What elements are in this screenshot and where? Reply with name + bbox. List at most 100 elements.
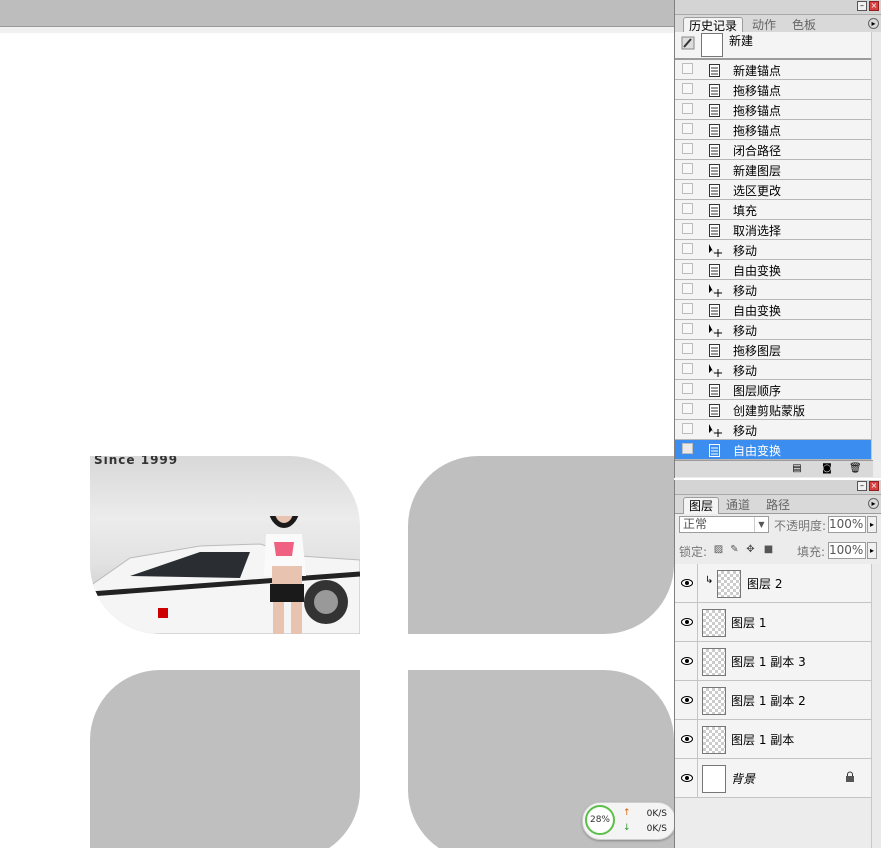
history-state-row[interactable]: 拖移锚点 bbox=[675, 120, 873, 140]
visibility-eye-icon[interactable] bbox=[677, 681, 698, 719]
close-icon[interactable]: × bbox=[869, 1, 879, 11]
history-state-row[interactable]: 闭合路径 bbox=[675, 140, 873, 160]
opacity-slider-arrow-icon[interactable]: ▸ bbox=[867, 516, 877, 533]
history-state-row[interactable]: 图层顺序 bbox=[675, 380, 873, 400]
history-brush-icon[interactable] bbox=[681, 36, 695, 50]
snapshot-source-checkbox[interactable] bbox=[682, 283, 693, 294]
lock-transparency-icon[interactable]: ▨ bbox=[713, 544, 724, 555]
network-speed-widget[interactable]: 28% ↑ ↓ 0K/S 0K/S bbox=[582, 802, 674, 840]
visibility-eye-icon[interactable] bbox=[677, 720, 698, 758]
trash-icon[interactable]: 🗑 bbox=[849, 463, 862, 474]
panel-menu-icon[interactable]: ▸ bbox=[868, 18, 879, 29]
blend-mode-select[interactable]: 正常 ▼ bbox=[679, 516, 769, 533]
opacity-input[interactable]: 100% bbox=[828, 516, 866, 533]
layer-name: 图层 1 副本 bbox=[731, 733, 795, 747]
new-snapshot-icon[interactable]: ◙ bbox=[821, 463, 833, 474]
lock-position-icon[interactable]: ✥ bbox=[745, 544, 756, 555]
snapshot-source-checkbox[interactable] bbox=[682, 183, 693, 194]
history-state-row[interactable]: 新建锚点 bbox=[675, 60, 873, 80]
history-state-row[interactable]: 自由变换 bbox=[675, 440, 873, 460]
snapshot-source-checkbox[interactable] bbox=[682, 443, 693, 454]
snapshot-source-checkbox[interactable] bbox=[682, 143, 693, 154]
snapshot-source-checkbox[interactable] bbox=[682, 323, 693, 334]
history-state-row[interactable]: 拖移锚点 bbox=[675, 100, 873, 120]
history-state-row[interactable]: 移动 bbox=[675, 320, 873, 340]
tab-swatches[interactable]: 色板 bbox=[787, 17, 821, 33]
minimize-icon[interactable]: – bbox=[857, 481, 867, 491]
visibility-eye-icon[interactable] bbox=[677, 759, 698, 797]
history-state-row[interactable]: 移动 bbox=[675, 360, 873, 380]
lock-all-icon[interactable]: ■ bbox=[763, 544, 774, 555]
history-panel-titlebar[interactable]: – × bbox=[675, 0, 881, 15]
history-scrollbar[interactable] bbox=[871, 32, 881, 460]
history-state-row[interactable]: 选区更改 bbox=[675, 180, 873, 200]
new-document-from-state-icon[interactable]: ▤ bbox=[791, 463, 803, 474]
history-state-row[interactable]: 移动 bbox=[675, 420, 873, 440]
document-canvas[interactable]: Since 1999 28% ↑ ↓ 0K/S 0K/S bbox=[0, 0, 674, 848]
lock-paint-icon[interactable]: ✎ bbox=[729, 544, 740, 555]
layers-panel-titlebar[interactable]: – × bbox=[675, 480, 881, 495]
snapshot-source-checkbox[interactable] bbox=[682, 403, 693, 414]
layer-row[interactable]: 背景 bbox=[675, 759, 873, 798]
layer-row[interactable]: 图层 1 副本 bbox=[675, 720, 873, 759]
history-state-label: 创建剪贴蒙版 bbox=[733, 404, 806, 418]
close-icon[interactable]: × bbox=[869, 481, 879, 491]
snapshot-source-checkbox[interactable] bbox=[682, 163, 693, 174]
snapshot-source-checkbox[interactable] bbox=[682, 423, 693, 434]
snapshot-source-checkbox[interactable] bbox=[682, 63, 693, 74]
history-state-icon bbox=[708, 143, 722, 157]
fill-input[interactable]: 100% bbox=[828, 542, 866, 559]
layer-row[interactable]: 图层 1 bbox=[675, 603, 873, 642]
layer-name: 图层 1 副本 2 bbox=[731, 694, 806, 708]
visibility-eye-icon[interactable] bbox=[677, 603, 698, 641]
history-footer: ▤ ◙ 🗑 bbox=[675, 460, 873, 477]
history-state-row[interactable]: 自由变换 bbox=[675, 260, 873, 280]
visibility-eye-icon[interactable] bbox=[677, 642, 698, 680]
history-state-label: 闭合路径 bbox=[733, 144, 782, 158]
snapshot-source-checkbox[interactable] bbox=[682, 263, 693, 274]
tab-layers[interactable]: 图层 bbox=[683, 497, 720, 514]
visibility-eye-icon[interactable] bbox=[677, 564, 698, 602]
snapshot-source-checkbox[interactable] bbox=[682, 343, 693, 354]
history-state-row[interactable]: 移动 bbox=[675, 240, 873, 260]
snapshot-source-checkbox[interactable] bbox=[682, 363, 693, 374]
snapshot-source-checkbox[interactable] bbox=[682, 383, 693, 394]
tab-actions[interactable]: 动作 bbox=[747, 17, 781, 33]
snapshot-source-checkbox[interactable] bbox=[682, 83, 693, 94]
tab-channels[interactable]: 通道 bbox=[721, 497, 755, 513]
fill-slider-arrow-icon[interactable]: ▸ bbox=[867, 542, 877, 559]
history-state-row[interactable]: 填充 bbox=[675, 200, 873, 220]
minimize-icon[interactable]: – bbox=[857, 1, 867, 11]
move-tool-icon bbox=[708, 283, 722, 297]
history-state-row[interactable]: 取消选择 bbox=[675, 220, 873, 240]
history-state-label: 移动 bbox=[733, 424, 758, 438]
layers-scrollbar[interactable] bbox=[871, 564, 881, 848]
layer-row[interactable]: 图层 1 副本 3 bbox=[675, 642, 873, 681]
panel-menu-icon[interactable]: ▸ bbox=[868, 498, 879, 509]
history-state-row[interactable]: 拖移锚点 bbox=[675, 80, 873, 100]
history-snapshot[interactable]: 新建 bbox=[675, 32, 873, 60]
layers-panel: – × 图层 通道 路径 ▸ 正常 ▼ 不透明度: 100% ▸ 锁定: ▨ ✎… bbox=[674, 480, 881, 848]
snapshot-source-checkbox[interactable] bbox=[682, 223, 693, 234]
clipped-photo-layer[interactable]: Since 1999 bbox=[90, 456, 360, 634]
layer-row[interactable]: 图层 1 副本 2 bbox=[675, 681, 873, 720]
history-state-row[interactable]: 新建图层 bbox=[675, 160, 873, 180]
shape-layer-bottom-left[interactable] bbox=[90, 670, 360, 848]
snapshot-label: 新建 bbox=[729, 34, 754, 48]
history-state-row[interactable]: 自由变换 bbox=[675, 300, 873, 320]
layer-row[interactable]: ↳ 图层 2 bbox=[675, 564, 873, 603]
history-state-row[interactable]: 移动 bbox=[675, 280, 873, 300]
history-state-row[interactable]: 拖移图层 bbox=[675, 340, 873, 360]
snapshot-source-checkbox[interactable] bbox=[682, 123, 693, 134]
shape-layer-top-right[interactable] bbox=[408, 456, 674, 634]
snapshot-source-checkbox[interactable] bbox=[682, 103, 693, 114]
history-state-row[interactable]: 创建剪贴蒙版 bbox=[675, 400, 873, 420]
snapshot-source-checkbox[interactable] bbox=[682, 303, 693, 314]
photo-text: Since 1999 bbox=[94, 456, 179, 467]
history-state-icon bbox=[708, 83, 722, 97]
snapshot-source-checkbox[interactable] bbox=[682, 203, 693, 214]
snapshot-source-checkbox[interactable] bbox=[682, 243, 693, 254]
tab-paths[interactable]: 路径 bbox=[761, 497, 795, 513]
history-state-label: 填充 bbox=[733, 204, 758, 218]
history-state-icon bbox=[708, 63, 722, 77]
